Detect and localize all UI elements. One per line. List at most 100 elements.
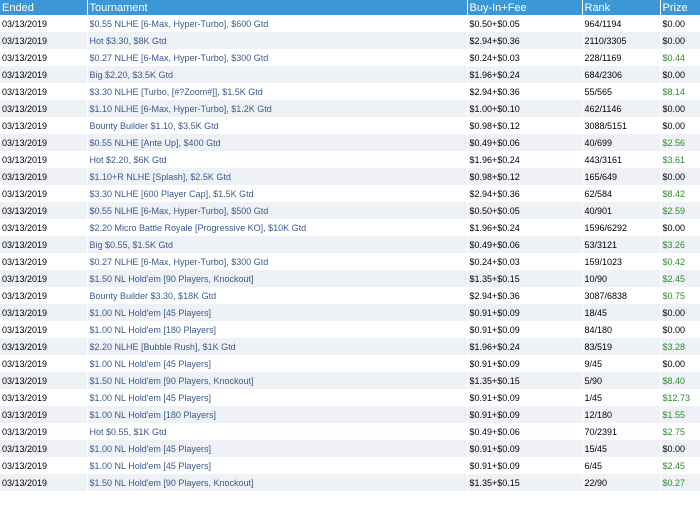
cell-buyin: $0.49+$0.06 — [467, 134, 583, 151]
cell-prize: $0.27 — [660, 474, 700, 491]
cell-buyin: $0.91+$0.09 — [467, 389, 583, 406]
table-row[interactable]: 03/13/2019 $0.55 NLHE [Ante Up], $400 Gtd… — [0, 134, 700, 151]
cell-rank: 18/45 — [582, 304, 661, 321]
table-body: 03/13/2019 $0.55 NLHE [6-Max, Hyper-Turbo… — [0, 15, 700, 491]
cell-buyin: $0.91+$0.09 — [467, 304, 583, 321]
table-row[interactable]: 03/13/2019 Big $2.20, $3.5K Gtd $1.96+$0.2… — [0, 66, 700, 83]
table-row[interactable]: 03/13/2019 $1.00 NL Hold'em [45 Players] $… — [0, 440, 700, 457]
table-row[interactable]: 03/13/2019 Hot $0.55, $1K Gtd $0.49+$0.06 7… — [0, 423, 700, 440]
column-header-ended[interactable]: Ended — [0, 0, 88, 15]
cell-ended: 03/13/2019 — [0, 406, 88, 423]
cell-tournament[interactable]: $3.30 NLHE [600 Player Cap], $1.5K Gtd — [87, 185, 468, 202]
column-header-rank[interactable]: Rank — [582, 0, 661, 15]
cell-tournament[interactable]: $1.00 NL Hold'em [45 Players] — [87, 304, 468, 321]
cell-tournament[interactable]: $1.00 NL Hold'em [45 Players] — [87, 457, 468, 474]
table-row[interactable]: 03/13/2019 Big $0.55, $1.5K Gtd $0.49+$0.0… — [0, 236, 700, 253]
cell-tournament[interactable]: $1.00 NL Hold'em [45 Players] — [87, 389, 468, 406]
cell-prize: $3.61 — [660, 151, 700, 168]
cell-rank: 12/180 — [582, 406, 661, 423]
cell-rank: 462/1146 — [582, 100, 661, 117]
cell-tournament[interactable]: Hot $2.20, $6K Gtd — [87, 151, 468, 168]
cell-tournament[interactable]: $2.20 NLHE [Bubble Rush], $1K Gtd — [87, 338, 468, 355]
cell-tournament[interactable]: $3.30 NLHE [Turbo, [#?Zoom#]], $1.5K Gtd — [87, 83, 468, 100]
cell-tournament[interactable]: $1.00 NL Hold'em [45 Players] — [87, 440, 468, 457]
cell-tournament[interactable]: $1.50 NL Hold'em [90 Players, Knockout] — [87, 270, 468, 287]
table-row[interactable]: 03/13/2019 $0.55 NLHE [6-Max, Hyper-Turbo… — [0, 15, 700, 32]
cell-prize: $0.00 — [660, 355, 700, 372]
cell-tournament[interactable]: $1.10+R NLHE [Splash], $2.5K Gtd — [87, 168, 468, 185]
cell-tournament[interactable]: Hot $3.30, $8K Gtd — [87, 32, 468, 49]
cell-ended: 03/13/2019 — [0, 270, 88, 287]
cell-rank: 1596/6292 — [582, 219, 661, 236]
cell-tournament[interactable]: $1.50 NL Hold'em [90 Players, Knockout] — [87, 372, 468, 389]
table-row[interactable]: 03/13/2019 $2.20 Micro Battle Royale [Pro… — [0, 219, 700, 236]
cell-ended: 03/13/2019 — [0, 423, 88, 440]
cell-ended: 03/13/2019 — [0, 117, 88, 134]
table-row[interactable]: 03/13/2019 Hot $2.20, $6K Gtd $1.96+$0.24 4… — [0, 151, 700, 168]
table-row[interactable]: 03/13/2019 $1.00 NL Hold'em [45 Players] $… — [0, 304, 700, 321]
cell-tournament[interactable]: Hot $0.55, $1K Gtd — [87, 423, 468, 440]
cell-tournament[interactable]: $1.00 NL Hold'em [180 Players] — [87, 406, 468, 423]
cell-tournament[interactable]: $1.00 NL Hold'em [180 Players] — [87, 321, 468, 338]
cell-buyin: $1.35+$0.15 — [467, 372, 583, 389]
cell-ended: 03/13/2019 — [0, 100, 88, 117]
cell-tournament[interactable]: $0.55 NLHE [6-Max, Hyper-Turbo], $600 Gt… — [87, 15, 468, 32]
cell-ended: 03/13/2019 — [0, 372, 88, 389]
table-row[interactable]: 03/13/2019 $2.20 NLHE [Bubble Rush], $1K … — [0, 338, 700, 355]
cell-rank: 83/519 — [582, 338, 661, 355]
table-row[interactable]: 03/13/2019 $3.30 NLHE [600 Player Cap], $… — [0, 185, 700, 202]
cell-ended: 03/13/2019 — [0, 389, 88, 406]
table-row[interactable]: 03/13/2019 $0.27 NLHE [6-Max, Hyper-Turbo… — [0, 49, 700, 66]
cell-prize: $0.00 — [660, 100, 700, 117]
cell-tournament[interactable]: $2.20 Micro Battle Royale [Progressive K… — [87, 219, 468, 236]
cell-tournament[interactable]: $0.27 NLHE [6-Max, Hyper-Turbo], $300 Gt… — [87, 253, 468, 270]
table-row[interactable]: 03/13/2019 $0.27 NLHE [6-Max, Hyper-Turbo… — [0, 253, 700, 270]
cell-ended: 03/13/2019 — [0, 457, 88, 474]
table-row[interactable]: 03/13/2019 $1.50 NL Hold'em [90 Players, … — [0, 372, 700, 389]
cell-tournament[interactable]: $1.50 NL Hold'em [90 Players, Knockout] — [87, 474, 468, 491]
cell-tournament[interactable]: Bounty Builder $1.10, $3.5K Gtd — [87, 117, 468, 134]
cell-rank: 3088/5151 — [582, 117, 661, 134]
cell-ended: 03/13/2019 — [0, 168, 88, 185]
table-row[interactable]: 03/13/2019 $0.55 NLHE [6-Max, Hyper-Turbo… — [0, 202, 700, 219]
table-row[interactable]: 03/13/2019 Bounty Builder $3.30, $18K Gtd… — [0, 287, 700, 304]
table-row[interactable]: 03/13/2019 $1.00 NL Hold'em [45 Players] $… — [0, 355, 700, 372]
cell-tournament[interactable]: $1.10 NLHE [6-Max, Hyper-Turbo], $1.2K G… — [87, 100, 468, 117]
cell-prize: $0.42 — [660, 253, 700, 270]
table-row[interactable]: 03/13/2019 $1.00 NL Hold'em [45 Players] $… — [0, 457, 700, 474]
cell-tournament[interactable]: $1.00 NL Hold'em [45 Players] — [87, 355, 468, 372]
table-row[interactable]: 03/13/2019 $1.00 NL Hold'em [180 Players]… — [0, 406, 700, 423]
column-header-buyin[interactable]: Buy-In+Fee — [467, 0, 583, 15]
table-row[interactable]: 03/13/2019 $1.50 NL Hold'em [90 Players, … — [0, 270, 700, 287]
cell-tournament[interactable]: Big $0.55, $1.5K Gtd — [87, 236, 468, 253]
cell-buyin: $2.94+$0.36 — [467, 287, 583, 304]
table-row[interactable]: 03/13/2019 $3.30 NLHE [Turbo, [#?Zoom#]],… — [0, 83, 700, 100]
cell-rank: 84/180 — [582, 321, 661, 338]
cell-rank: 70/2391 — [582, 423, 661, 440]
table-row[interactable]: 03/13/2019 Bounty Builder $1.10, $3.5K Gt… — [0, 117, 700, 134]
table-row[interactable]: 03/13/2019 $1.50 NL Hold'em [90 Players, … — [0, 474, 700, 491]
cell-rank: 55/565 — [582, 83, 661, 100]
cell-rank: 165/649 — [582, 168, 661, 185]
cell-prize: $0.00 — [660, 66, 700, 83]
column-header-tournament[interactable]: Tournament — [87, 0, 468, 15]
cell-ended: 03/13/2019 — [0, 440, 88, 457]
cell-prize: $8.40 — [660, 372, 700, 389]
cell-tournament[interactable]: $0.55 NLHE [Ante Up], $400 Gtd — [87, 134, 468, 151]
column-header-prize[interactable]: Prize — [660, 0, 700, 15]
cell-buyin: $0.91+$0.09 — [467, 355, 583, 372]
cell-ended: 03/13/2019 — [0, 321, 88, 338]
cell-tournament[interactable]: $0.55 NLHE [6-Max, Hyper-Turbo], $500 Gt… — [87, 202, 468, 219]
table-row[interactable]: 03/13/2019 $1.00 NL Hold'em [180 Players]… — [0, 321, 700, 338]
cell-prize: $0.00 — [660, 32, 700, 49]
table-row[interactable]: 03/13/2019 $1.10+R NLHE [Splash], $2.5K G… — [0, 168, 700, 185]
table-row[interactable]: 03/13/2019 $1.00 NL Hold'em [45 Players] $… — [0, 389, 700, 406]
table-row[interactable]: 03/13/2019 Hot $3.30, $8K Gtd $2.94+$0.36 2… — [0, 32, 700, 49]
cell-tournament[interactable]: Bounty Builder $3.30, $18K Gtd — [87, 287, 468, 304]
cell-tournament[interactable]: Big $2.20, $3.5K Gtd — [87, 66, 468, 83]
cell-prize: $0.00 — [660, 168, 700, 185]
table-row[interactable]: 03/13/2019 $1.10 NLHE [6-Max, Hyper-Turbo… — [0, 100, 700, 117]
cell-buyin: $0.91+$0.09 — [467, 321, 583, 338]
cell-prize: $3.26 — [660, 236, 700, 253]
cell-tournament[interactable]: $0.27 NLHE [6-Max, Hyper-Turbo], $300 Gt… — [87, 49, 468, 66]
